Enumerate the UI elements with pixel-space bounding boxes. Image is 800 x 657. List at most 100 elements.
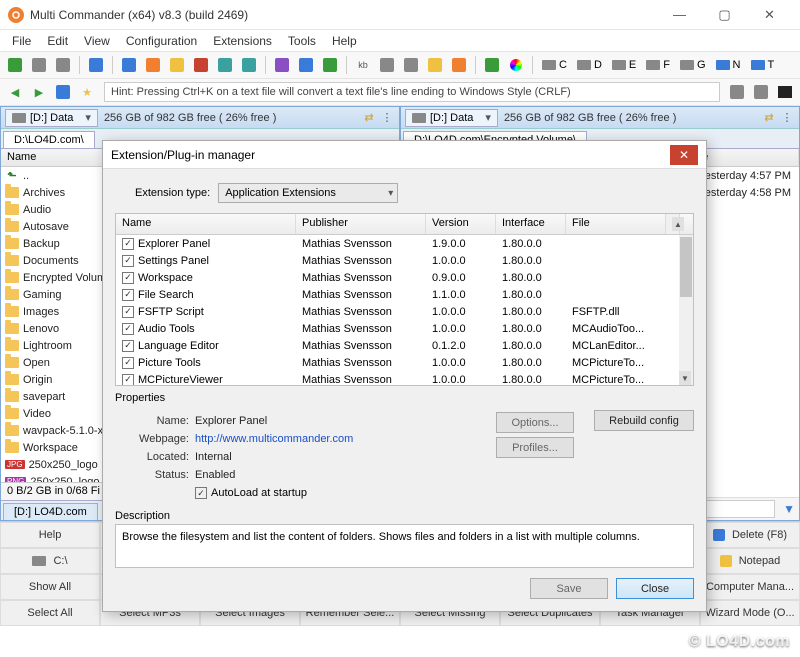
grid-row[interactable]: ✓MCPictureViewerMathias Svensson1.0.0.01… bbox=[116, 371, 679, 385]
pack-icon[interactable] bbox=[214, 54, 236, 76]
menu-edit[interactable]: Edit bbox=[39, 32, 76, 50]
delete-icon[interactable] bbox=[190, 54, 212, 76]
bottom-button[interactable]: Help bbox=[0, 522, 100, 548]
row-checkbox[interactable]: ✓ bbox=[122, 340, 134, 352]
special-icon[interactable] bbox=[448, 54, 470, 76]
prop-name-value: Explorer Panel bbox=[195, 415, 267, 427]
menu-tools[interactable]: Tools bbox=[280, 32, 324, 50]
back-icon[interactable]: ◀ bbox=[4, 81, 26, 103]
right-drive-combo[interactable]: [D:] Data▾ bbox=[405, 109, 498, 127]
drive-g[interactable]: G bbox=[676, 59, 710, 71]
left-lower-tab[interactable]: [D:] LO4D.com bbox=[3, 503, 98, 520]
col-publisher[interactable]: Publisher bbox=[296, 214, 426, 234]
col-name[interactable]: Name bbox=[116, 214, 296, 234]
col-version[interactable]: Version bbox=[426, 214, 496, 234]
copy-icon[interactable] bbox=[85, 54, 107, 76]
row-checkbox[interactable]: ✓ bbox=[122, 272, 134, 284]
find-icon[interactable] bbox=[271, 54, 293, 76]
close-button[interactable]: ✕ bbox=[747, 0, 792, 30]
bottom-button[interactable]: Notepad bbox=[700, 548, 800, 574]
dialog-close-button[interactable]: ✕ bbox=[670, 145, 698, 165]
grid-row[interactable]: ✓File SearchMathias Svensson1.1.0.01.80.… bbox=[116, 286, 679, 303]
scroll-up-icon[interactable]: ▲ bbox=[672, 217, 684, 231]
grid-row[interactable]: ✓Language EditorMathias Svensson0.1.2.01… bbox=[116, 337, 679, 354]
drive-e[interactable]: E bbox=[608, 59, 640, 71]
dialog-close-footer-button[interactable]: Close bbox=[616, 578, 694, 599]
scrollbar-thumb[interactable] bbox=[680, 237, 692, 297]
bottom-button[interactable]: Select All bbox=[0, 600, 100, 626]
settings-icon[interactable] bbox=[28, 54, 50, 76]
history-icon[interactable] bbox=[52, 81, 74, 103]
checksum-icon[interactable] bbox=[319, 54, 341, 76]
compare-icon[interactable] bbox=[295, 54, 317, 76]
favorite-icon[interactable]: ★ bbox=[76, 81, 98, 103]
reload-icon[interactable] bbox=[4, 54, 26, 76]
file-name: Encrypted Volum bbox=[23, 272, 106, 284]
folder-icon bbox=[5, 306, 19, 317]
bottom-button[interactable]: Delete (F8) bbox=[700, 522, 800, 548]
bottom-button[interactable]: Computer Mana... bbox=[700, 574, 800, 600]
save-button[interactable]: Save bbox=[530, 578, 608, 599]
grid-row[interactable]: ✓Audio ToolsMathias Svensson1.0.0.01.80.… bbox=[116, 320, 679, 337]
row-checkbox[interactable]: ✓ bbox=[122, 306, 134, 318]
rename-icon[interactable] bbox=[142, 54, 164, 76]
left-drive-combo[interactable]: [D:] Data▾ bbox=[5, 109, 98, 127]
gear-icon[interactable] bbox=[52, 54, 74, 76]
panel-menu-icon[interactable]: ⋮ bbox=[779, 110, 795, 126]
attrs-icon[interactable] bbox=[376, 54, 398, 76]
drive-c[interactable]: C bbox=[538, 59, 571, 71]
ext-type-combo[interactable]: Application Extensions bbox=[218, 183, 398, 203]
maximize-button[interactable]: ▢ bbox=[702, 0, 747, 30]
minimize-button[interactable]: — bbox=[657, 0, 702, 30]
grid-row[interactable]: ✓Explorer PanelMathias Svensson1.9.0.01.… bbox=[116, 235, 679, 252]
grid-row[interactable]: ✓Settings PanelMathias Svensson1.0.0.01.… bbox=[116, 252, 679, 269]
bottom-button[interactable]: C:\ bbox=[0, 548, 100, 574]
profiles-button[interactable]: Profiles... bbox=[496, 437, 574, 458]
drive-n[interactable]: N bbox=[712, 59, 745, 71]
newfolder-icon[interactable] bbox=[166, 54, 188, 76]
left-tab[interactable]: D:\LO4D.com\ bbox=[3, 131, 95, 148]
swap-panels-icon[interactable]: ⇄ bbox=[761, 110, 777, 126]
grid-row[interactable]: ✓Picture ToolsMathias Svensson1.0.0.01.8… bbox=[116, 354, 679, 371]
unpack-icon[interactable] bbox=[238, 54, 260, 76]
drive-d[interactable]: D bbox=[573, 59, 606, 71]
size-icon[interactable]: kb bbox=[352, 54, 374, 76]
row-checkbox[interactable]: ✓ bbox=[122, 374, 134, 386]
details-view-icon[interactable] bbox=[726, 81, 748, 103]
row-checkbox[interactable]: ✓ bbox=[122, 255, 134, 267]
drive-f[interactable]: F bbox=[642, 59, 674, 71]
grid-row[interactable]: ✓FSFTP ScriptMathias Svensson1.0.0.01.80… bbox=[116, 303, 679, 320]
options-button[interactable]: Options... bbox=[496, 412, 574, 433]
menu-file[interactable]: File bbox=[4, 32, 39, 50]
menu-extensions[interactable]: Extensions bbox=[205, 32, 280, 50]
col-interface[interactable]: Interface bbox=[496, 214, 566, 234]
bottom-button[interactable]: Wizard Mode (O... bbox=[700, 600, 800, 626]
move-icon[interactable] bbox=[118, 54, 140, 76]
list-view-icon[interactable] bbox=[750, 81, 772, 103]
color-icon[interactable] bbox=[505, 54, 527, 76]
drive-t[interactable]: T bbox=[747, 59, 779, 71]
menu-configuration[interactable]: Configuration bbox=[118, 32, 205, 50]
treefilter-icon[interactable] bbox=[481, 54, 503, 76]
swap-panels-icon[interactable]: ⇄ bbox=[361, 110, 377, 126]
panel-menu-icon[interactable]: ⋮ bbox=[379, 110, 395, 126]
grid-row[interactable]: ✓WorkspaceMathias Svensson0.9.0.01.80.0.… bbox=[116, 269, 679, 286]
menu-help[interactable]: Help bbox=[324, 32, 365, 50]
col-file[interactable]: File bbox=[566, 214, 666, 234]
terminal-icon[interactable] bbox=[774, 81, 796, 103]
grid-body[interactable]: ✓Explorer PanelMathias Svensson1.9.0.01.… bbox=[116, 235, 679, 385]
time-icon[interactable] bbox=[400, 54, 422, 76]
forward-icon[interactable]: ▶ bbox=[28, 81, 50, 103]
rebuild-config-button[interactable]: Rebuild config bbox=[594, 410, 694, 431]
filter-icon[interactable]: ▼ bbox=[783, 502, 795, 516]
clipboard-icon[interactable] bbox=[424, 54, 446, 76]
bottom-button[interactable]: Show All bbox=[0, 574, 100, 600]
row-checkbox[interactable]: ✓ bbox=[122, 323, 134, 335]
scroll-down-icon[interactable]: ▼ bbox=[679, 371, 691, 385]
prop-web-link[interactable]: http://www.multicommander.com bbox=[195, 433, 353, 445]
row-checkbox[interactable]: ✓ bbox=[122, 238, 134, 250]
row-checkbox[interactable]: ✓ bbox=[122, 289, 134, 301]
menu-view[interactable]: View bbox=[76, 32, 118, 50]
row-checkbox[interactable]: ✓ bbox=[122, 357, 134, 369]
autoload-checkbox[interactable]: ✓ bbox=[195, 487, 207, 499]
